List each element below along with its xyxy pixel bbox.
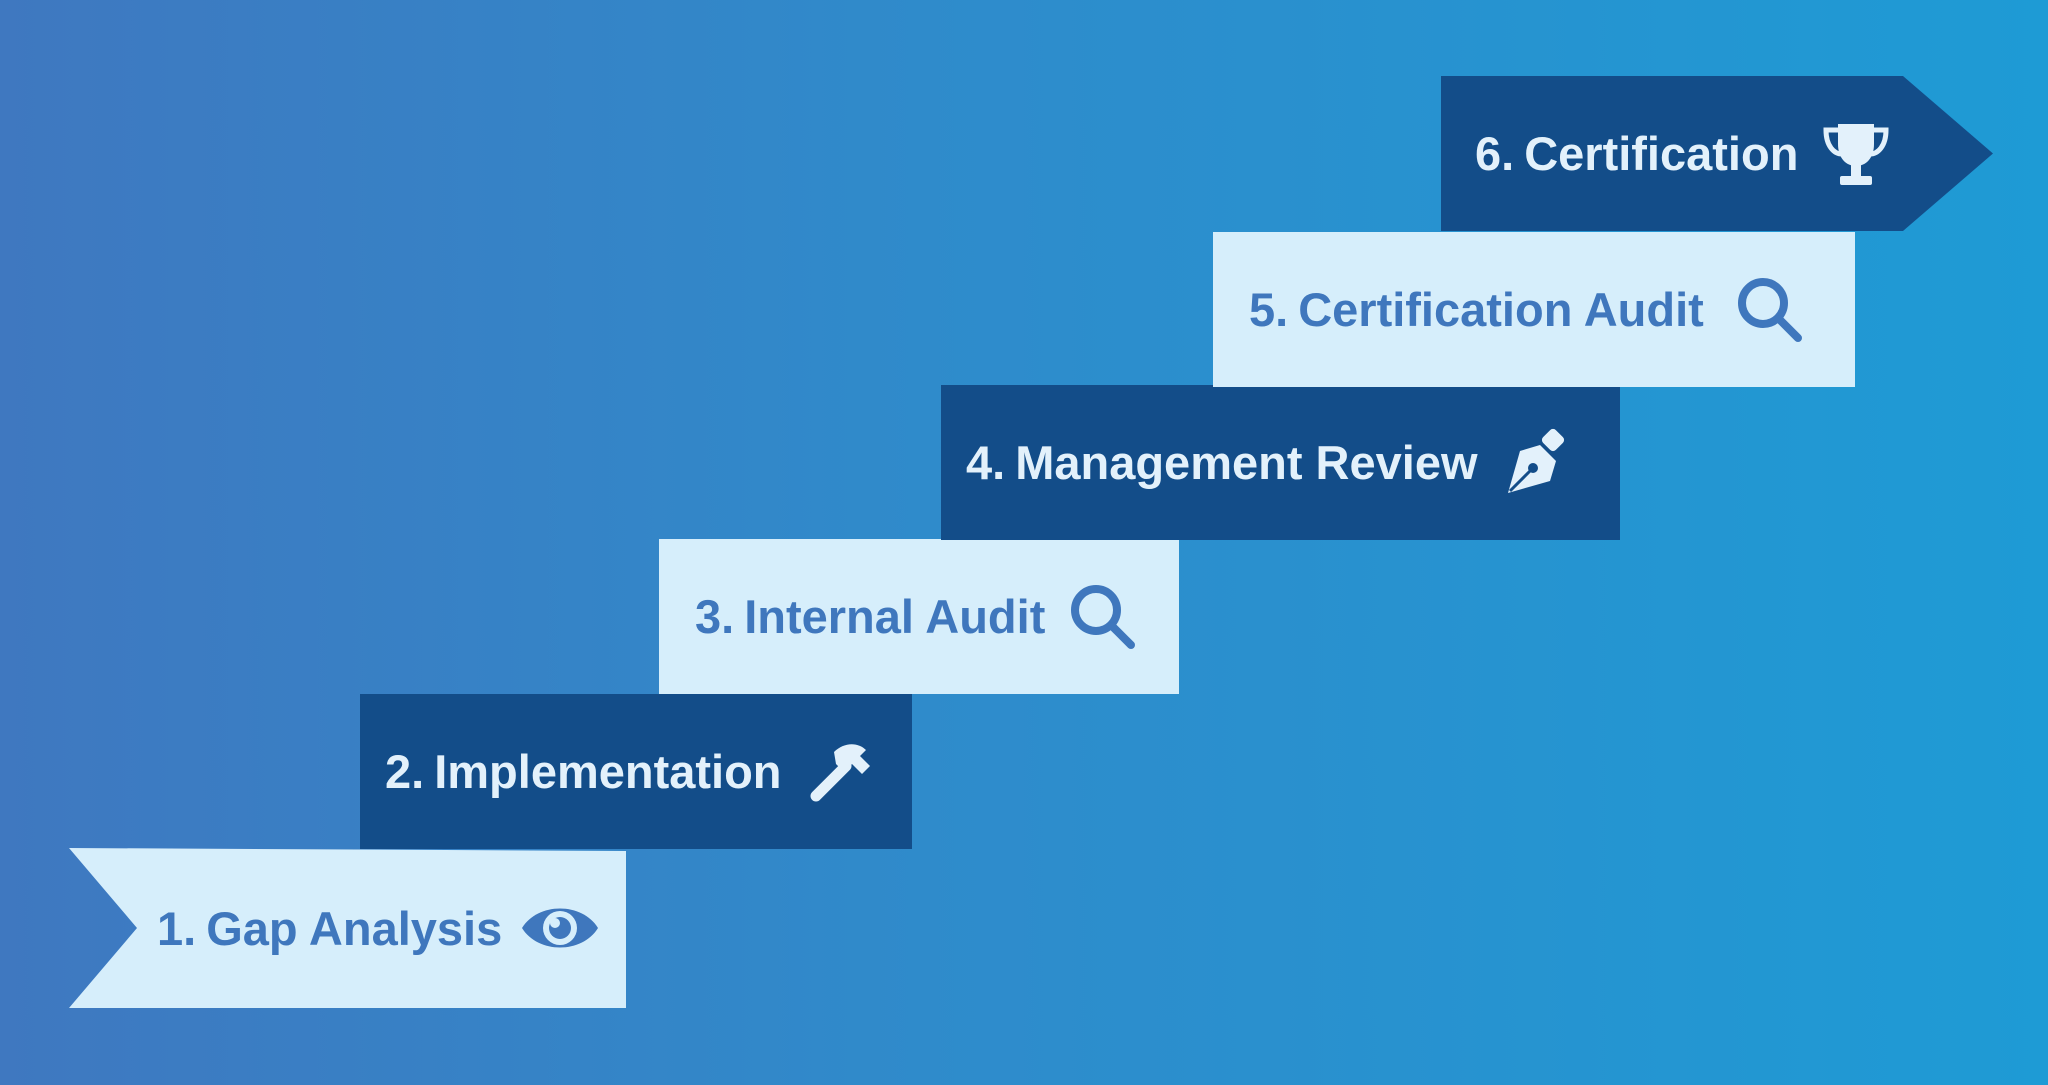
step-label: Implementation [434, 745, 782, 798]
step-number: 4. [966, 436, 1006, 489]
step-gap-analysis: 1. Gap Analysis [69, 848, 626, 1008]
step-label: Management Review [1015, 436, 1478, 489]
step-number: 2. [385, 745, 425, 798]
step-internal-audit: 3. Internal Audit [659, 539, 1179, 694]
pen-nib-icon [1496, 423, 1576, 503]
step-label: Internal Audit [744, 590, 1046, 643]
step-certification-audit: 5. Certification Audit [1213, 232, 1855, 387]
search-icon [1063, 577, 1143, 657]
eye-icon [520, 888, 600, 968]
step-label: Certification Audit [1298, 283, 1704, 336]
step-management-review: 4. Management Review [941, 385, 1620, 540]
step-number: 5. [1249, 283, 1289, 336]
step-number: 6. [1475, 127, 1515, 180]
step-number: 3. [695, 590, 735, 643]
step-label: Certification [1524, 127, 1799, 180]
step-number: 1. [157, 901, 197, 955]
search-icon [1730, 270, 1810, 350]
step-implementation: 2. Implementation [360, 694, 912, 849]
step-certification: 6. Certification [1441, 76, 1993, 231]
step-label: Gap Analysis [206, 901, 503, 955]
trophy-icon [1816, 114, 1896, 194]
hammer-icon [800, 732, 880, 812]
